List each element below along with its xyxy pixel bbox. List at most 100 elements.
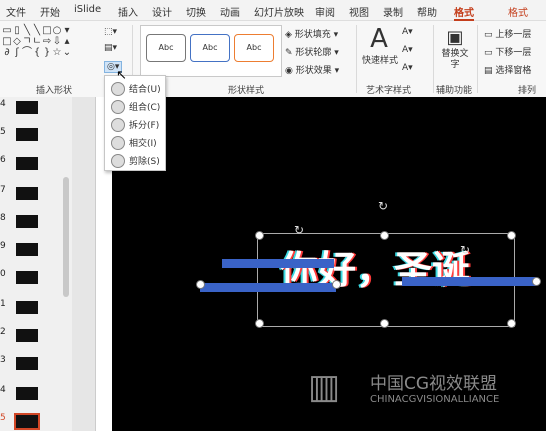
merge-intersect-label: 相交(I) <box>129 139 157 149</box>
line2-icon[interactable]: ╲ <box>32 25 42 36</box>
oval-icon[interactable]: ○ <box>52 25 62 36</box>
rotate-handle-icon[interactable]: ↻ <box>378 199 388 213</box>
slide-thumb[interactable] <box>16 387 38 400</box>
resize-handle[interactable] <box>255 231 264 240</box>
more-shapes-icon[interactable]: ▾ <box>62 25 72 36</box>
menu-islide[interactable]: iSlide <box>74 4 101 15</box>
slide-number: 2 <box>0 327 6 337</box>
menu-format[interactable]: 格式 <box>454 4 474 21</box>
slide-thumb[interactable] <box>16 271 38 284</box>
slide-thumb-selected[interactable] <box>14 413 40 430</box>
alt-text-button[interactable]: ▣ 替换文字 <box>440 27 470 71</box>
merge-intersect-item[interactable]: 相交(I) <box>105 133 165 151</box>
shape-gallery[interactable]: ▭ ▯ ╲ ╲ □○ ▾ □◇ ㄱㄴ⇨ ⇩ ▴ ∂ ʃ ⌒{} ☆⌄ <box>2 25 92 77</box>
arc-icon[interactable]: ⌒ <box>22 47 32 58</box>
blue-bar-3[interactable] <box>402 277 536 286</box>
quick-styles-button[interactable]: A 快速样式 <box>362 25 399 66</box>
arrow-down-icon[interactable]: ⇩ <box>52 36 62 47</box>
slide-number: 4 <box>0 99 6 109</box>
rotate-handle-icon[interactable]: ↻ <box>294 223 304 237</box>
watermark-en: CHINACGVISIONALLIANCE <box>370 394 500 405</box>
menu-file[interactable]: 文件 <box>6 4 26 19</box>
rotate-handle-icon[interactable]: ↻ <box>460 243 470 257</box>
merge-union-item[interactable]: 结合(U) <box>105 79 165 97</box>
scroll-thumb[interactable] <box>63 177 69 297</box>
shape-fill-button[interactable]: ◈ 形状填充 ▾ <box>285 27 338 40</box>
style-sample-3[interactable]: Abc <box>234 34 274 62</box>
slide-thumb[interactable] <box>16 157 38 170</box>
merge-subtract-item[interactable]: 剪除(S) <box>105 151 165 169</box>
panel-gap <box>72 97 95 431</box>
style-sample-1[interactable]: Abc <box>146 34 186 62</box>
bring-forward-button[interactable]: ▭ 上移一层 <box>484 27 531 40</box>
slide-thumb[interactable] <box>16 101 38 114</box>
vtextbox-icon[interactable]: ▯ <box>12 25 22 36</box>
slide-thumb[interactable] <box>16 187 38 200</box>
resize-handle[interactable] <box>332 280 341 289</box>
menu-format-2[interactable]: 格式 <box>508 4 528 19</box>
style-sample-2[interactable]: Abc <box>190 34 230 62</box>
expand-icon[interactable]: ⌄ <box>62 47 72 58</box>
resize-handle[interactable] <box>380 231 389 240</box>
arrange-label: 排列 <box>518 86 537 96</box>
poly-icon[interactable]: ◇ <box>12 36 22 47</box>
send-backward-button[interactable]: ▭ 下移一层 <box>484 45 531 58</box>
menu-transitions[interactable]: 切换 <box>186 4 206 19</box>
brace-icon[interactable]: } <box>42 47 52 58</box>
edit-shape-icon[interactable]: ⬚▾ <box>104 27 117 37</box>
resize-handle[interactable] <box>380 319 389 328</box>
menu-record[interactable]: 录制 <box>383 4 403 19</box>
star-icon[interactable]: ☆ <box>52 47 62 58</box>
thumb-scrollbar[interactable] <box>60 97 72 431</box>
arrow-right-icon[interactable]: ⇨ <box>42 36 52 47</box>
menu-insert[interactable]: 插入 <box>118 4 138 19</box>
watermark-logo-icon: ▥ <box>308 367 341 407</box>
slide-canvas[interactable]: 你好，圣诞 ↻ ↻ ↻ ▥ 中国CG视效联盟 CHINACGVISIONALLI… <box>112 97 546 431</box>
resize-handle[interactable] <box>196 280 205 289</box>
resize-handle[interactable] <box>255 319 264 328</box>
menu-home[interactable]: 开始 <box>40 4 60 19</box>
freeform-icon[interactable]: ʃ <box>12 47 22 58</box>
menu-animations[interactable]: 动画 <box>220 4 240 19</box>
slide-thumb[interactable] <box>16 329 38 342</box>
resize-handle[interactable] <box>532 277 541 286</box>
text-effect-icon[interactable]: A▾ <box>402 63 413 73</box>
curve-icon[interactable]: ∂ <box>2 47 12 58</box>
merge-fragment-label: 拆分(F) <box>129 121 160 131</box>
slide-number: 8 <box>0 213 6 223</box>
elbow-icon[interactable]: ㄴ <box>32 36 42 47</box>
shape-effect-button[interactable]: ◉ 形状效果 ▾ <box>285 63 339 76</box>
line-icon[interactable]: ╲ <box>22 25 32 36</box>
shape-effect-label: 形状效果 <box>295 66 332 76</box>
merge-combine-item[interactable]: 组合(C) <box>105 97 165 115</box>
slide-thumb[interactable] <box>16 357 38 370</box>
shape-outline-button[interactable]: ✎ 形状轮廓 ▾ <box>285 45 339 58</box>
rect-icon[interactable]: □ <box>42 25 52 36</box>
slide-thumb[interactable] <box>16 215 38 228</box>
menu-design[interactable]: 设计 <box>152 4 172 19</box>
slide-thumb[interactable] <box>16 301 38 314</box>
text-outline-icon[interactable]: A▾ <box>402 45 413 55</box>
resize-handle[interactable] <box>507 231 516 240</box>
slide-thumb[interactable] <box>16 243 38 256</box>
bracket-icon[interactable]: { <box>32 47 42 58</box>
merge-fragment-item[interactable]: 拆分(F) <box>105 115 165 133</box>
blue-bar-1[interactable] <box>222 259 334 268</box>
insert-shapes-label: 插入形状 <box>36 86 73 96</box>
rect2-icon[interactable]: □ <box>2 36 12 47</box>
textbox-btn-icon[interactable]: ▤▾ <box>104 43 117 53</box>
quick-styles-label: 快速样式 <box>362 56 399 66</box>
menu-review[interactable]: 审阅 <box>315 4 335 19</box>
slide-thumbnails: 4 5 6 7 8 9 0 1 2 3 4 5 <box>0 97 61 431</box>
scroll-icon[interactable]: ▴ <box>62 36 72 47</box>
text-fill-icon[interactable]: A▾ <box>402 27 413 37</box>
menu-view[interactable]: 视图 <box>349 4 369 19</box>
textbox-icon[interactable]: ▭ <box>2 25 12 36</box>
bent-icon[interactable]: ㄱ <box>22 36 32 47</box>
resize-handle[interactable] <box>507 319 516 328</box>
blue-bar-2[interactable] <box>200 283 336 292</box>
slide-thumb[interactable] <box>16 128 38 141</box>
selection-pane-button[interactable]: ▤ 选择窗格 <box>484 63 531 76</box>
menu-slideshow[interactable]: 幻灯片放映 <box>254 4 304 19</box>
menu-help[interactable]: 帮助 <box>417 4 437 19</box>
